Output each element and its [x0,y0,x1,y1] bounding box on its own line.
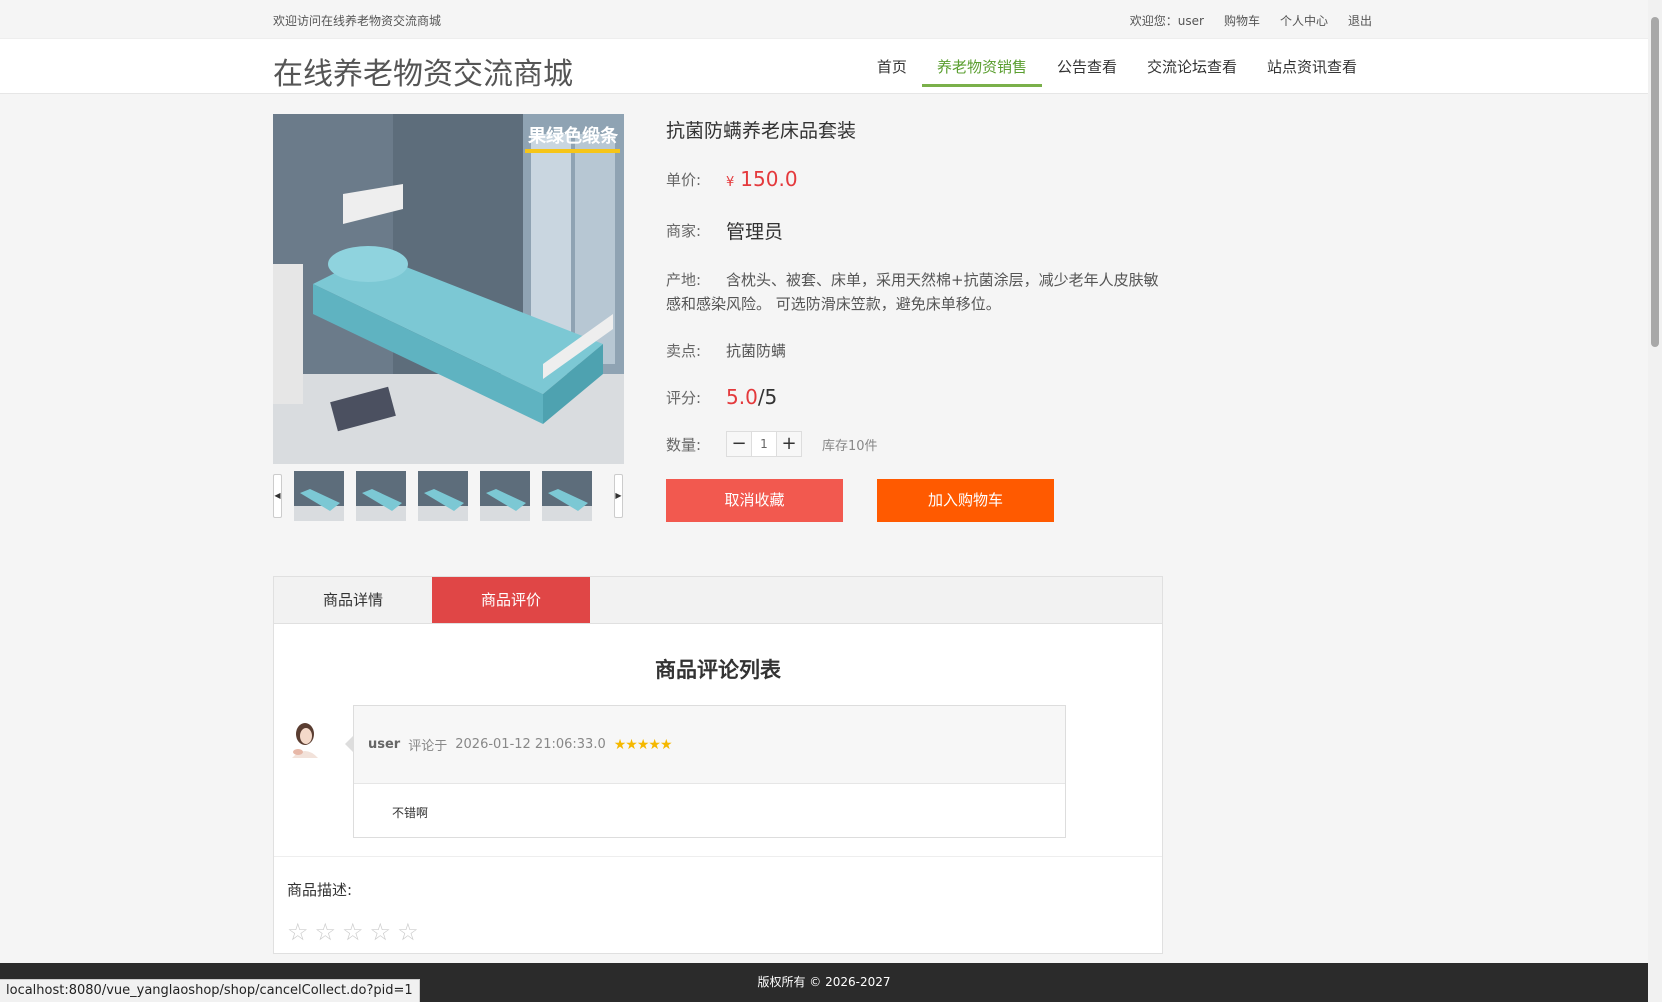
origin-row: 产地: 含枕头、被套、床单，采用天然棉+抗菌涂层，减少老年人皮肤敏感和感染风险。 … [666,268,1166,316]
review-date: 2026-01-12 21:06:33.0 [455,737,606,752]
thumbnail-1[interactable] [294,471,344,521]
review-stars: ★★★★★ [613,736,673,753]
selling-point-value: 抗菌防螨 [726,342,787,360]
product-gallery: 果绿色缎条 ◀ ▶ [273,114,624,521]
add-to-cart-button[interactable]: 加入购物车 [877,479,1054,522]
thumbnail-strip: ◀ ▶ [273,471,624,521]
review-prefix: 评论于 [408,739,448,754]
thumbnail-5[interactable] [542,471,592,521]
nav-forum[interactable]: 交流论坛查看 [1132,39,1252,95]
quantity-row: 数量: − 1 + 库存10件 [666,431,1166,457]
nav-products[interactable]: 养老物资销售 [921,39,1042,95]
product-price: ¥150.0 [726,167,798,191]
logout-link[interactable]: 退出 [1348,12,1372,29]
description-label: 商品描述: [287,881,353,899]
origin-text: 含枕头、被套、床单，采用天然棉+抗菌涂层，减少老年人皮肤敏感和感染风险。 可选防… [666,271,1159,313]
product-tabs-panel: 商品详情 商品评价 商品评论列表 user 评论于 2026-01-12 21:… [273,576,1163,954]
review-user: user [368,737,401,752]
quantity-input[interactable]: 1 [752,431,776,457]
uncollect-button[interactable]: 取消收藏 [666,479,843,522]
review-section: 商品评论列表 user 评论于 2026-01-12 21:06:33.0 ★★… [274,624,1162,857]
seller-name: 管理员 [726,221,784,243]
review-list-title: 商品评论列表 [655,658,781,682]
nav-news[interactable]: 站点资讯查看 [1252,39,1372,95]
thumbs-prev-button[interactable]: ◀ [273,474,282,518]
rating-row: 评分: 5.0/5 [666,385,1166,409]
avatar [288,720,322,758]
cart-link[interactable]: 购物车 [1224,12,1260,29]
nav-home[interactable]: 首页 [862,39,922,95]
selling-point-label: 卖点: [666,342,702,360]
header: 在线养老物资交流商城 首页 养老物资销售 公告查看 交流论坛查看 站点资讯查看 [0,38,1662,94]
browser-status-bar: localhost:8080/vue_yanglaoshop/shop/canc… [0,979,420,1002]
rating-label: 评分: [666,388,702,407]
welcome-text: 欢迎访问在线养老物资交流商城 [273,14,442,28]
product-title: 抗菌防螨养老床品套装 [666,120,857,142]
product-info: 抗菌防螨养老床品套装 单价: ¥150.0 商家: 管理员 产地: 含枕头、被套、… [666,114,1166,522]
quantity-stepper: − 1 + [726,431,802,457]
quantity-label: 数量: [666,435,702,454]
topbar: 欢迎访问在线养老物资交流商城 欢迎您：user 购物车 个人中心 退出 [0,0,1662,38]
profile-link[interactable]: 个人中心 [1280,12,1328,29]
thumbnail-4[interactable] [480,471,530,521]
description-section: 商品描述: ☆☆☆☆☆ [274,857,1162,953]
thumbs-next-button[interactable]: ▶ [614,474,623,518]
product-image: 果绿色缎条 [273,114,624,464]
nav-notices[interactable]: 公告查看 [1042,39,1132,95]
product-tabs: 商品详情 商品评价 [274,577,1162,624]
tab-reviews[interactable]: 商品评价 [432,577,590,623]
thumbnail-2[interactable] [356,471,406,521]
seller-label: 商家: [666,222,702,240]
seller-row: 商家: 管理员 [666,217,1166,244]
review-text: 不错啊 [392,806,429,820]
price-value: 150.0 [740,167,798,191]
price-row: 单价: ¥150.0 [666,167,1166,191]
origin-label: 产地: [666,271,702,289]
currency-symbol: ¥ [726,175,735,190]
action-buttons: 取消收藏 加入购物车 [666,479,1166,522]
rating-score: 5.0 [726,385,758,409]
quantity-increase-button[interactable]: + [776,431,802,457]
review-header: user 评论于 2026-01-12 21:06:33.0 ★★★★★ [354,706,1065,784]
image-banner-text: 果绿色缎条 [527,125,619,147]
rating-max: /5 [757,385,778,409]
review-item: user 评论于 2026-01-12 21:06:33.0 ★★★★★ 不错啊 [345,705,1066,838]
topbar-links: 欢迎您：user 购物车 个人中心 退出 [1130,12,1372,29]
tab-details[interactable]: 商品详情 [274,577,432,623]
stock-text: 库存10件 [822,438,878,454]
selling-point-row: 卖点: 抗菌防螨 [666,340,1166,361]
site-logo[interactable]: 在线养老物资交流商城 [273,49,573,93]
main-nav: 首页 养老物资销售 公告查看 交流论坛查看 站点资讯查看 [862,39,1372,95]
description-star-rating[interactable]: ☆☆☆☆☆ [287,918,1149,946]
rating-value: 5.0/5 [726,385,777,409]
scrollbar-thumb[interactable] [1651,17,1659,347]
price-label: 单价: [666,170,702,189]
thumbnail-3[interactable] [418,471,468,521]
page-scrollbar[interactable] [1648,0,1662,1002]
greeting-user: 欢迎您：user [1129,14,1204,28]
quantity-decrease-button[interactable]: − [726,431,752,457]
